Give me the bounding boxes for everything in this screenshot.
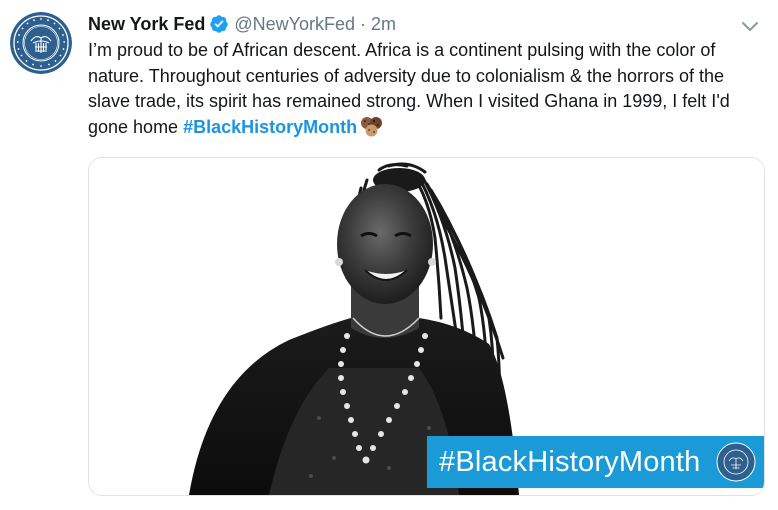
cookie-emoji-icon (361, 116, 383, 136)
verified-badge-icon (210, 15, 229, 33)
tweet-text: I’m proud to be of African descent. Afri… (88, 38, 768, 140)
tweet-media[interactable]: #BlackHistoryMonth (88, 157, 765, 496)
chevron-down-icon[interactable] (740, 16, 760, 36)
avatar[interactable] (10, 12, 72, 74)
fed-seal-icon (716, 442, 756, 482)
tweet[interactable]: New York Fed @NewYorkFed · 2m I’m proud … (0, 0, 778, 510)
hashtag-link[interactable]: #BlackHistoryMonth (183, 117, 357, 137)
handle[interactable]: @NewYorkFed (234, 14, 355, 35)
tweet-header: New York Fed @NewYorkFed · 2m (88, 12, 396, 36)
timestamp[interactable]: 2m (371, 14, 396, 35)
hashtag-banner: #BlackHistoryMonth (427, 436, 764, 488)
fed-seal-icon (10, 12, 72, 74)
separator-dot: · (360, 13, 367, 34)
banner-text: #BlackHistoryMonth (439, 446, 701, 478)
display-name[interactable]: New York Fed (88, 14, 205, 35)
